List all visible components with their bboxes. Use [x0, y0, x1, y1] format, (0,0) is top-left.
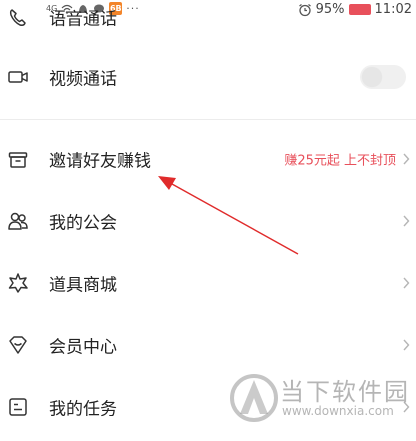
chevron-right-icon: [403, 153, 410, 165]
menu-item-label: 道具商城: [49, 275, 117, 296]
heart-shield-icon: [9, 336, 27, 354]
menu-item-label: 语音通话: [49, 9, 117, 30]
watermark: 当下软件园 www.downxia.com: [228, 372, 414, 428]
menu-item-invite-friends[interactable]: 邀请好友赚钱 赚25元起 上不封顶: [0, 128, 416, 190]
phone-icon: [9, 9, 26, 26]
invite-promo-text: 赚25元起 上不封顶: [284, 153, 396, 169]
chevron-right-icon: [403, 339, 410, 351]
menu-item-video-call: 视频通话: [0, 46, 416, 108]
video-call-toggle[interactable]: [360, 65, 406, 89]
people-icon: [8, 212, 28, 230]
menu-item-member-center[interactable]: 会员中心: [0, 314, 416, 376]
toggle-knob: [362, 67, 382, 87]
video-icon: [8, 71, 28, 83]
watermark-logo-icon: [230, 374, 278, 422]
menu-item-label: 会员中心: [49, 337, 117, 358]
menu-item-label: 我的公会: [49, 213, 117, 234]
menu-item-label: 视频通话: [49, 69, 117, 90]
task-card-icon: [9, 398, 27, 416]
menu-item-props-mall[interactable]: 道具商城: [0, 252, 416, 314]
watermark-url: www.downxia.com: [282, 404, 394, 418]
menu-item-voice-call[interactable]: 语音通话: [0, 0, 416, 48]
menu-item-label: 我的任务: [49, 399, 117, 420]
chevron-right-icon: [403, 277, 410, 289]
menu-item-label: 邀请好友赚钱: [49, 151, 151, 172]
chevron-right-icon: [403, 215, 410, 227]
section-divider: [0, 119, 416, 120]
watermark-name: 当下软件园: [280, 378, 410, 406]
gift-box-icon: [8, 152, 28, 168]
menu-item-my-guild[interactable]: 我的公会: [0, 190, 416, 252]
star-burst-icon: [8, 273, 28, 293]
